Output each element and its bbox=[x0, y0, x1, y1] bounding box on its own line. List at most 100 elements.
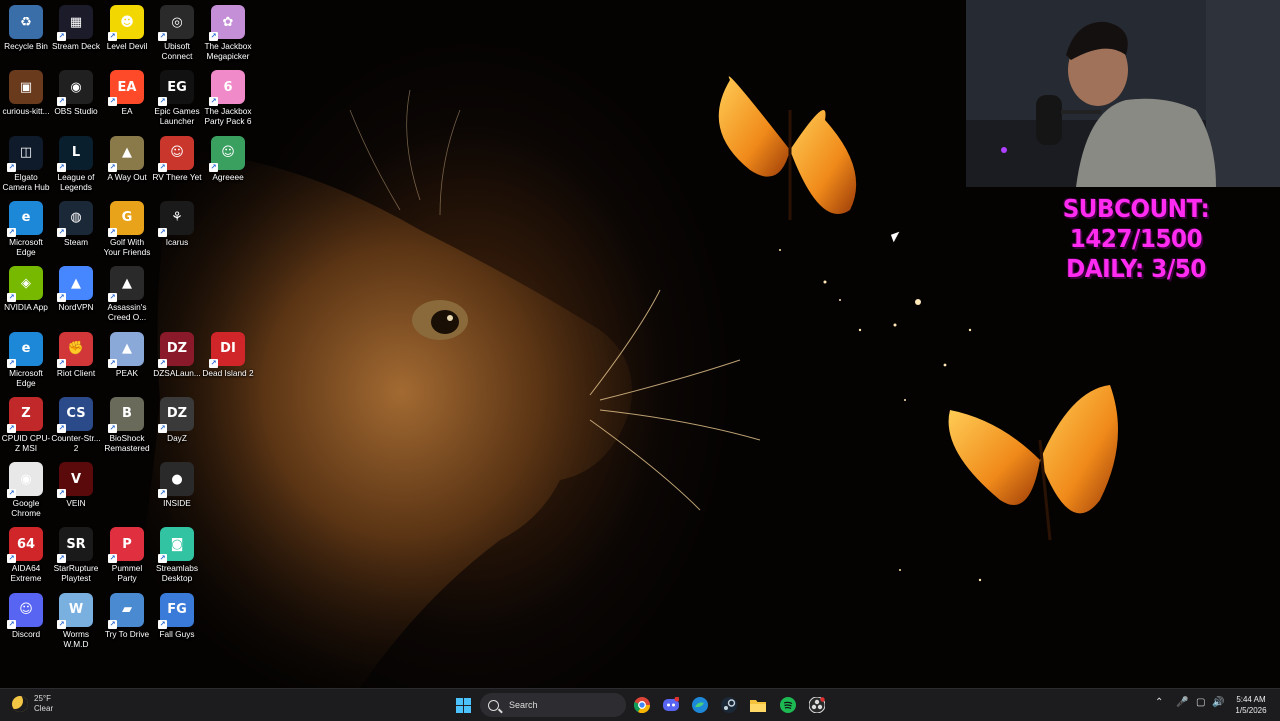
shortcut-arrow-icon: ↗ bbox=[7, 489, 16, 499]
desktop-icon-agreeee[interactable]: ☺ ↗ Agreeee bbox=[202, 135, 254, 182]
starrupture-icon: SR ↗ bbox=[57, 527, 93, 564]
taskbar-clock[interactable]: 5:44 AM 1/5/2026 bbox=[1228, 694, 1274, 716]
desktop-icon-level-devil[interactable]: ☻ ↗ Level Devil bbox=[101, 5, 153, 51]
desktop-icon-streamlabs[interactable]: ◙ ↗ Streamlabs Desktop bbox=[151, 527, 203, 583]
desktop-icon-ea[interactable]: EA ↗ EA bbox=[101, 70, 153, 116]
edge-icon: e ↗ bbox=[7, 331, 43, 368]
chevron-up-icon[interactable]: ⌃ bbox=[1155, 697, 1163, 708]
shortcut-arrow-icon: ↗ bbox=[108, 554, 117, 564]
desktop-icon-epic-games[interactable]: EG ↗ Epic Games Launcher bbox=[151, 70, 203, 126]
taskbar-steam[interactable] bbox=[718, 694, 740, 716]
microphone-icon[interactable]: 🎤 bbox=[1176, 697, 1188, 708]
desktop-icon-label: Counter-Str... 2 bbox=[51, 432, 101, 453]
clock-date: 1/5/2026 bbox=[1235, 706, 1267, 715]
jackbox-pp6-icon: 6 ↗ bbox=[209, 70, 245, 107]
desktop-icon-nordvpn[interactable]: ▲ ↗ NordVPN bbox=[50, 266, 102, 312]
desktop-icon-try-to-drive[interactable]: ▰ ↗ Try To Drive bbox=[101, 592, 153, 639]
taskbar-file-explorer[interactable] bbox=[747, 694, 769, 716]
aida64-icon: 64 ↗ bbox=[7, 527, 43, 564]
desktop-icon-cpuz[interactable]: Z ↗ CPUID CPU-Z MSI bbox=[0, 396, 52, 453]
desktop-icon-assassins-creed[interactable]: ▲ ↗ Assassin's Creed O... bbox=[101, 266, 153, 322]
bioshock-icon: B ↗ bbox=[108, 396, 144, 433]
desktop-icon-fall-guys[interactable]: FG ↗ Fall Guys bbox=[151, 592, 203, 639]
desktop-icon-label: Streamlabs Desktop bbox=[156, 563, 198, 584]
desktop-icon-dead-island[interactable]: DI ↗ Dead Island 2 bbox=[202, 331, 254, 378]
desktop-icon-label: Fall Guys bbox=[159, 628, 195, 639]
desktop-icon-peak[interactable]: ▲ ↗ PEAK bbox=[101, 331, 153, 378]
jackbox-megapicker-icon: ✿ ↗ bbox=[209, 5, 245, 41]
desktop-icon-label: EA bbox=[121, 106, 133, 117]
desktop-icon-aida64[interactable]: 64 ↗ AIDA64 Extreme bbox=[0, 527, 52, 583]
desktop-icon-steam[interactable]: ◍ ↗ Steam bbox=[50, 200, 102, 247]
league-icon: L ↗ bbox=[57, 135, 93, 172]
dzsa-launcher-icon: DZ ↗ bbox=[158, 331, 194, 368]
taskbar-obs[interactable] bbox=[806, 694, 828, 716]
desktop-icon-nvidia[interactable]: ◈ ↗ NVIDIA App bbox=[0, 266, 52, 312]
desktop-icon-riot-client[interactable]: ✊ ↗ Riot Client bbox=[50, 331, 102, 378]
desktop-icon-ubisoft[interactable]: ◎ ↗ Ubisoft Connect bbox=[151, 5, 203, 61]
shortcut-arrow-icon: ↗ bbox=[108, 162, 117, 172]
recycle-bin-icon: ♻ bbox=[9, 5, 43, 39]
desktop-icon-starrupture[interactable]: SR ↗ StarRupture Playtest bbox=[50, 527, 102, 583]
desktop-icon-label: Level Devil bbox=[106, 41, 148, 51]
desktop-icon-counter-strike[interactable]: CS ↗ Counter-Str... 2 bbox=[50, 396, 102, 453]
desktop-icon-chrome[interactable]: ◉ ↗ Google Chrome bbox=[0, 462, 52, 518]
dayz-icon: DZ ↗ bbox=[158, 396, 194, 433]
desktop-icon-label: Steam bbox=[64, 236, 88, 247]
inside-icon: ● ↗ bbox=[158, 462, 194, 499]
taskbar-search[interactable]: Search bbox=[480, 693, 626, 717]
shortcut-arrow-icon: ↗ bbox=[7, 293, 16, 303]
desktop-icon-worms[interactable]: W ↗ Worms W.M.D bbox=[50, 592, 102, 649]
nvidia-icon: ◈ ↗ bbox=[7, 266, 43, 303]
desktop-icon-a-way-out[interactable]: ▲ ↗ A Way Out bbox=[101, 135, 153, 182]
desktop-icon-stream-deck[interactable]: ▦ ↗ Stream Deck bbox=[50, 5, 102, 51]
network-icon[interactable]: ▢ bbox=[1196, 697, 1205, 708]
taskbar: 25°F Clear Search ⌃ 🎤 ▢ 🔊 5:44 AM 1/5/20… bbox=[0, 688, 1280, 721]
desktop-icon-rv-there-yet[interactable]: ☺ ↗ RV There Yet bbox=[151, 135, 203, 182]
desktop-icon-image-file[interactable]: ▣ curious-kitt... bbox=[0, 70, 52, 116]
desktop-icon-bioshock[interactable]: B ↗ BioShock Remastered bbox=[101, 396, 153, 453]
desktop-icon-label: RV There Yet bbox=[152, 171, 202, 182]
desktop-icon-label: DayZ bbox=[167, 432, 187, 443]
desktop-icon-dayz[interactable]: DZ ↗ DayZ bbox=[151, 396, 203, 443]
ea-icon: EA ↗ bbox=[108, 70, 144, 107]
taskbar-spotify[interactable] bbox=[777, 694, 799, 716]
desktop-icon-inside[interactable]: ● ↗ INSIDE bbox=[151, 462, 203, 508]
desktop-icon-jackbox-pp6[interactable]: 6 ↗ The Jackbox Party Pack 6 bbox=[202, 70, 254, 126]
desktop-icon-icarus[interactable]: ⚘ ↗ Icarus bbox=[151, 200, 203, 247]
weather-widget[interactable]: 25°F Clear bbox=[12, 694, 53, 714]
assassins-creed-icon: ▲ ↗ bbox=[108, 266, 144, 303]
shortcut-arrow-icon: ↗ bbox=[158, 619, 167, 629]
shortcut-arrow-icon: ↗ bbox=[108, 97, 117, 107]
taskbar-edge[interactable] bbox=[689, 694, 711, 716]
shortcut-arrow-icon: ↗ bbox=[7, 358, 16, 368]
taskbar-chrome[interactable] bbox=[631, 694, 653, 716]
start-button[interactable] bbox=[452, 694, 474, 716]
shortcut-arrow-icon: ↗ bbox=[158, 32, 167, 41]
desktop-icon-discord[interactable]: ☺ ↗ Discord bbox=[0, 592, 52, 639]
vein-icon: V ↗ bbox=[57, 462, 93, 499]
level-devil-icon: ☻ ↗ bbox=[108, 5, 144, 41]
desktop-icon-vein[interactable]: V ↗ VEIN bbox=[50, 462, 102, 508]
desktop-icon-league[interactable]: L ↗ League of Legends bbox=[50, 135, 102, 192]
desktop-icon-recycle-bin[interactable]: ♻ Recycle Bin bbox=[0, 5, 52, 51]
desktop-icon-pummel-party[interactable]: P ↗ Pummel Party bbox=[101, 527, 153, 583]
volume-icon[interactable]: 🔊 bbox=[1212, 697, 1224, 708]
counter-strike-icon: CS ↗ bbox=[57, 396, 93, 433]
shortcut-arrow-icon: ↗ bbox=[158, 423, 167, 433]
desktop-icon-dzsa-launcher[interactable]: DZ ↗ DZSALaun... bbox=[151, 331, 203, 378]
desktop-icon-obs[interactable]: ◉ ↗ OBS Studio bbox=[50, 70, 102, 116]
obs-icon bbox=[809, 697, 825, 713]
desktop-icon-edge[interactable]: e ↗ Microsoft Edge bbox=[0, 331, 52, 388]
edge-icon: e ↗ bbox=[7, 200, 43, 237]
desktop-icon-label: Riot Client bbox=[56, 367, 96, 378]
shortcut-arrow-icon: ↗ bbox=[158, 358, 167, 368]
nordvpn-icon: ▲ ↗ bbox=[57, 266, 93, 303]
shortcut-arrow-icon: ↗ bbox=[158, 489, 167, 499]
desktop-icon-edge[interactable]: e ↗ Microsoft Edge bbox=[0, 200, 52, 257]
desktop-icon-jackbox-megapicker[interactable]: ✿ ↗ The Jackbox Megapicker bbox=[202, 5, 254, 61]
desktop-icon-golf[interactable]: G ↗ Golf With Your Friends bbox=[101, 200, 153, 257]
streamlabs-icon: ◙ ↗ bbox=[158, 527, 194, 564]
taskbar-discord[interactable] bbox=[660, 694, 682, 716]
desktop-icon-elgato[interactable]: ◫ ↗ Elgato Camera Hub bbox=[0, 135, 52, 192]
